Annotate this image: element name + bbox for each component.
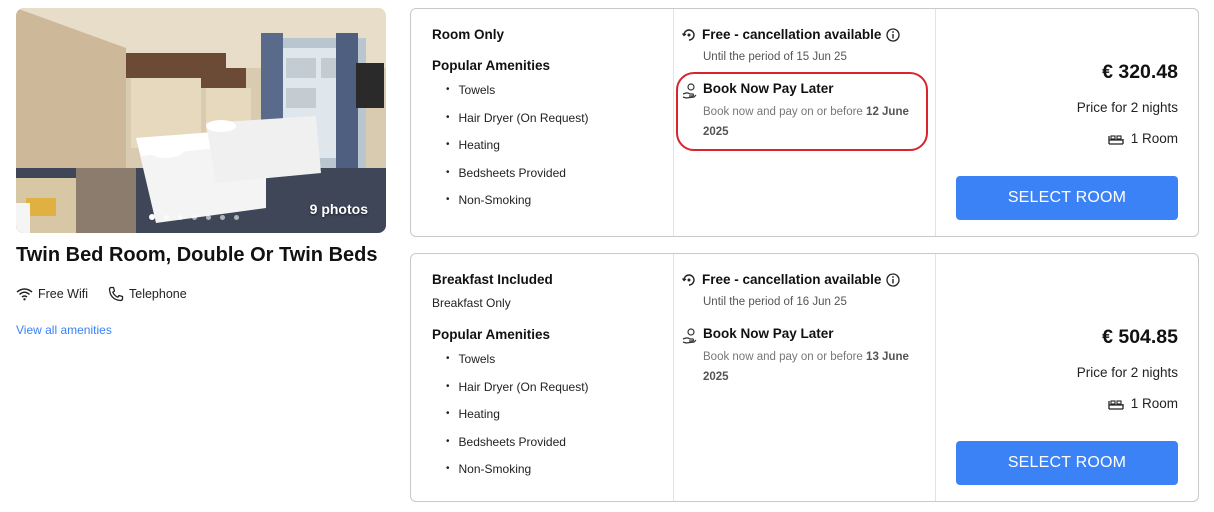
amenity-telephone: Telephone <box>108 286 187 302</box>
bed-icon <box>1108 133 1124 145</box>
room-count-label: 1 Room <box>1130 131 1178 146</box>
plan-name: Room Only <box>432 27 505 42</box>
cancellation-policy: Free - cancellation available <box>682 272 900 287</box>
popular-amenities-heading: Popular Amenities <box>432 327 551 342</box>
price-column: € 320.48 Price for 2 nights 1 Room SELEC… <box>936 9 1198 236</box>
price: € 320.48 <box>1102 61 1178 83</box>
room-photo-image <box>16 8 386 233</box>
refund-icon <box>682 273 696 287</box>
photo-count[interactable]: 9 photos <box>310 201 368 217</box>
carousel-dot[interactable] <box>149 214 155 220</box>
info-icon[interactable] <box>886 272 900 287</box>
list-item: Bedsheets Provided <box>446 166 673 194</box>
hand-coin-icon <box>682 328 697 346</box>
price-nights: Price for 2 nights <box>1076 365 1178 380</box>
room-title: Twin Bed Room, Double Or Twin Beds <box>16 244 378 266</box>
carousel-dot[interactable] <box>206 214 211 220</box>
amenity-label: Free Wifi <box>38 287 88 301</box>
cancellation-policy: Free - cancellation available <box>682 27 900 42</box>
wifi-icon <box>16 287 33 301</box>
price: € 504.85 <box>1102 326 1178 348</box>
carousel-dot[interactable] <box>178 214 183 220</box>
price-column: € 504.85 Price for 2 nights 1 Room SELEC… <box>936 254 1198 501</box>
room-amenities: Free Wifi Telephone <box>16 286 207 302</box>
list-item: Hair Dryer (On Request) <box>446 380 673 408</box>
rate-option-card: Room Only Popular Amenities Towels Hair … <box>410 8 1199 237</box>
policy-column: Free - cancellation available Until the … <box>674 254 936 501</box>
amenities-list: Towels Hair Dryer (On Request) Heating B… <box>432 83 673 221</box>
amenity-label: Telephone <box>129 287 187 301</box>
highlight-annotation <box>676 72 928 151</box>
carousel-dot[interactable] <box>234 214 239 220</box>
rate-option-card: Breakfast Included Breakfast Only Popula… <box>410 253 1199 502</box>
amenity-wifi: Free Wifi <box>16 287 88 301</box>
list-item: Hair Dryer (On Request) <box>446 111 673 139</box>
cancellation-text: Free - cancellation available <box>702 272 882 287</box>
room-count: 1 Room <box>1108 131 1178 146</box>
list-item: Non-Smoking <box>446 193 673 221</box>
plan-column: Room Only Popular Amenities Towels Hair … <box>411 9 674 236</box>
carousel-dot[interactable] <box>192 214 197 220</box>
telephone-icon <box>108 286 124 302</box>
room-count: 1 Room <box>1108 396 1178 411</box>
list-item: Non-Smoking <box>446 462 673 490</box>
plan-column: Breakfast Included Breakfast Only Popula… <box>411 254 674 501</box>
refund-icon <box>682 28 696 42</box>
carousel-dots[interactable] <box>149 214 239 220</box>
plan-name: Breakfast Included <box>432 272 553 287</box>
room-photo[interactable]: 9 photos <box>16 8 386 233</box>
carousel-dot[interactable] <box>164 214 169 220</box>
list-item: Heating <box>446 138 673 166</box>
amenities-list: Towels Hair Dryer (On Request) Heating B… <box>432 352 673 490</box>
bnpl-title: Book Now Pay Later <box>703 326 834 341</box>
select-room-button[interactable]: SELECT ROOM <box>956 441 1178 485</box>
list-item: Towels <box>446 83 673 111</box>
select-room-button[interactable]: SELECT ROOM <box>956 176 1178 220</box>
cancellation-text: Free - cancellation available <box>702 27 882 42</box>
info-icon[interactable] <box>886 27 900 42</box>
popular-amenities-heading: Popular Amenities <box>432 58 551 73</box>
bnpl-description: Book now and pay on or before 13 June 20… <box>703 348 925 387</box>
book-now-pay-later: Book Now Pay Later Book now and pay on o… <box>682 326 925 387</box>
list-item: Bedsheets Provided <box>446 435 673 463</box>
price-nights: Price for 2 nights <box>1076 100 1178 115</box>
cancellation-until: Until the period of 15 Jun 25 <box>703 51 847 63</box>
list-item: Towels <box>446 352 673 380</box>
bed-icon <box>1108 398 1124 410</box>
plan-subtitle: Breakfast Only <box>432 296 511 310</box>
list-item: Heating <box>446 407 673 435</box>
bnpl-desc-text: Book now and pay on or before <box>703 351 863 363</box>
policy-column: Free - cancellation available Until the … <box>674 9 936 236</box>
view-all-amenities-link[interactable]: View all amenities <box>16 323 112 337</box>
cancellation-until: Until the period of 16 Jun 25 <box>703 296 847 308</box>
room-count-label: 1 Room <box>1130 396 1178 411</box>
carousel-dot[interactable] <box>220 214 225 220</box>
